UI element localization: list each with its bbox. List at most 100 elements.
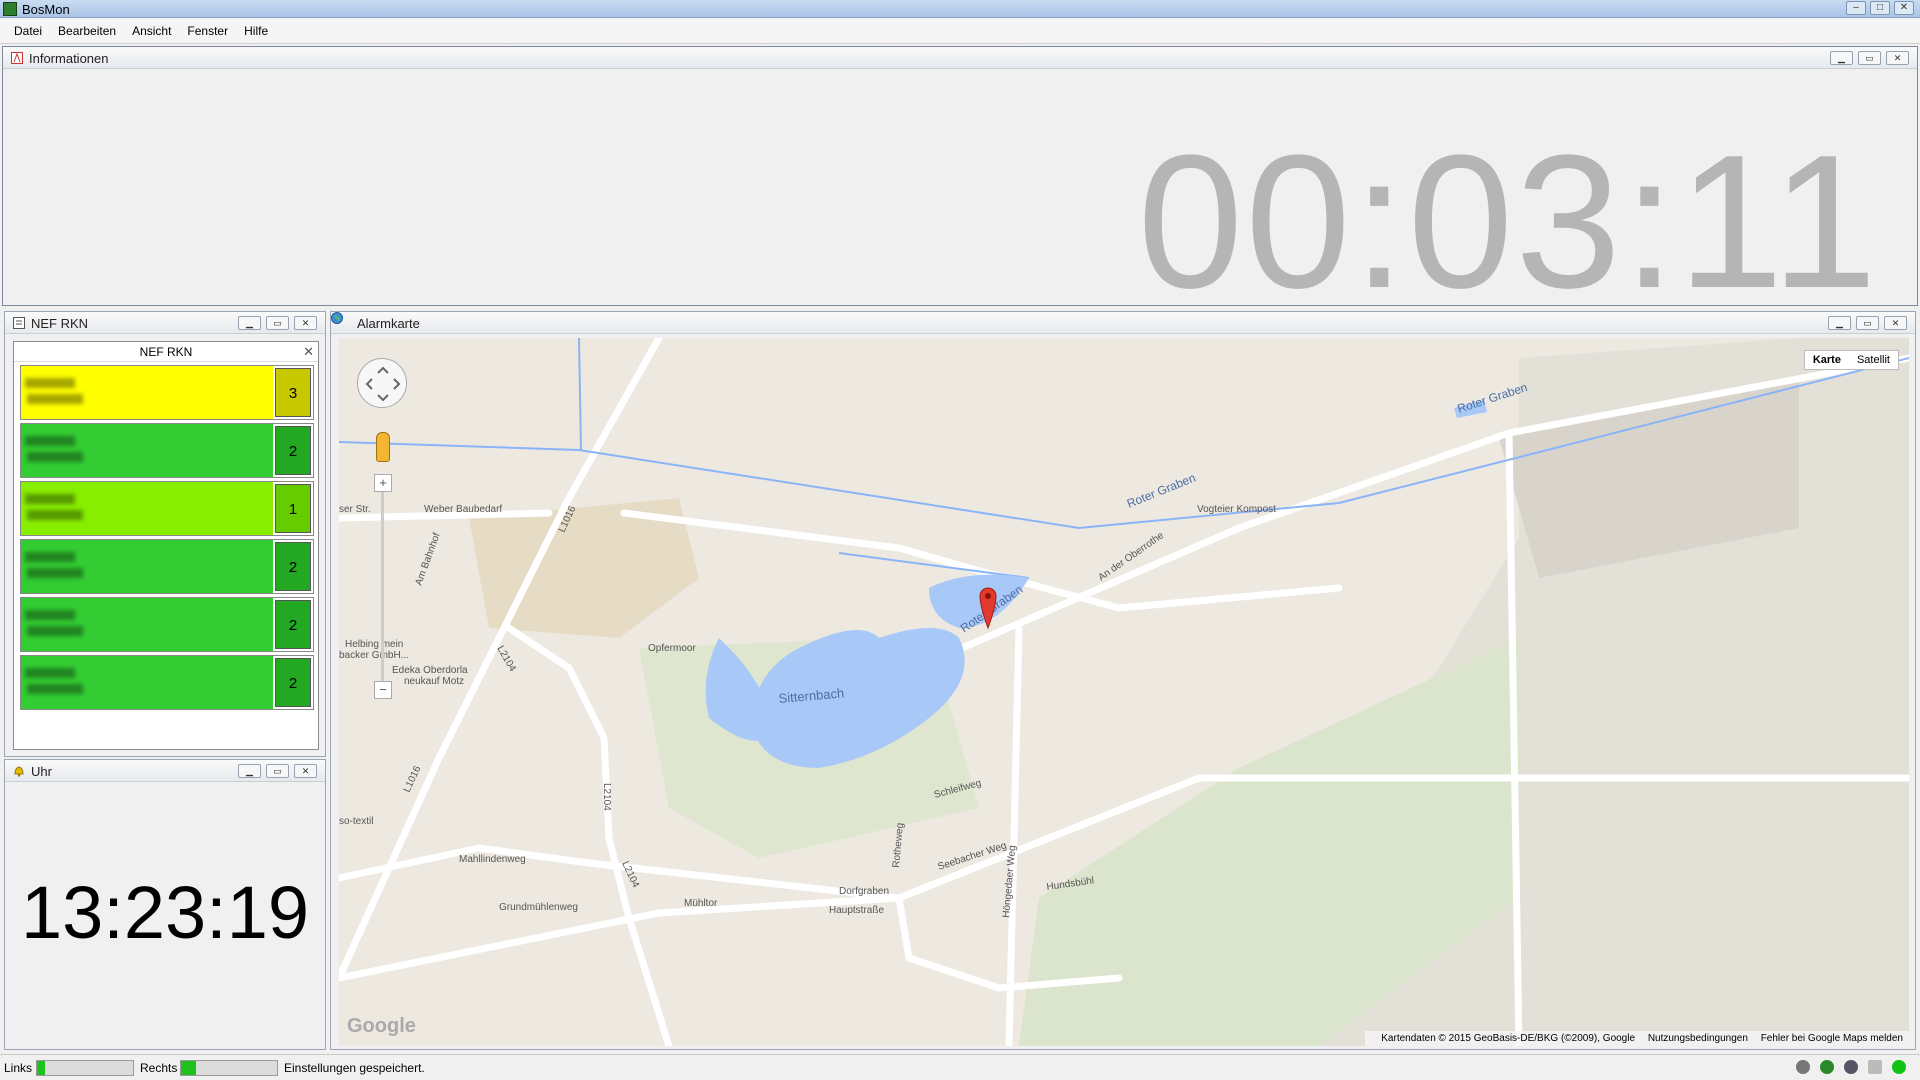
clock-time: 13:23:19 — [20, 871, 310, 954]
right-label: Rechts — [140, 1061, 178, 1075]
unit-detail-blurred — [27, 684, 83, 694]
road-grundmuehlen — [339, 894, 903, 982]
google-logo: Google — [347, 1015, 416, 1037]
list-icon — [13, 317, 25, 329]
unit-row[interactable]: 1 — [20, 481, 314, 536]
title-bar: BosMon – □ ✕ — [0, 0, 1920, 18]
info-panel-titlebar: Informationen ▁ ▭ ✕ — [3, 47, 1917, 69]
globe-icon — [331, 312, 343, 324]
info-panel-title: Informationen — [29, 51, 109, 66]
clock-panel-titlebar: Uhr ▁ ▭ ✕ — [5, 760, 325, 782]
label-vogteier: Vogteier Kompost — [1197, 504, 1276, 515]
pegman-icon[interactable] — [376, 432, 390, 462]
unit-detail-blurred — [27, 452, 83, 462]
panel-restore-button[interactable]: ▭ — [266, 316, 289, 330]
label-weber: Weber Baubedarf — [424, 504, 502, 515]
label-road: L2104 — [601, 783, 612, 811]
app-icon — [3, 2, 17, 16]
unit-status-code: 3 — [275, 368, 311, 417]
label-str: ser Str. — [339, 504, 371, 515]
label-roter-graben: Roter Graben — [1456, 380, 1529, 416]
menu-bearbeiten[interactable]: Bearbeiten — [58, 24, 116, 38]
zoom-in-button[interactable]: + — [374, 474, 392, 492]
info-icon — [11, 52, 23, 64]
panel-close-button[interactable]: ✕ — [1884, 316, 1907, 330]
minimize-button[interactable]: – — [1846, 1, 1866, 15]
unit-detail-blurred — [27, 510, 83, 520]
map-type-satellit-button[interactable]: Satellit — [1849, 351, 1898, 369]
zoom-out-button[interactable]: − — [374, 681, 392, 699]
unit-detail-blurred — [27, 626, 83, 636]
panel-restore-button[interactable]: ▭ — [1858, 51, 1881, 65]
map-type-karte-button[interactable]: Karte — [1805, 351, 1849, 369]
terms-link[interactable]: Nutzungsbedingungen — [1648, 1033, 1748, 1044]
map-panel: Alarmkarte ▁ ▭ ✕ Roter Graben Roter Grab… — [330, 311, 1916, 1050]
unit-status-code: 2 — [275, 542, 311, 591]
globe-status-icon[interactable] — [1796, 1060, 1810, 1074]
label-road: L1016 — [402, 764, 424, 794]
zoom-slider[interactable] — [381, 478, 384, 683]
nef-panel-title: NEF RKN — [31, 316, 89, 331]
map-canvas[interactable]: Roter Graben Roter Graben Roter Graben V… — [339, 338, 1909, 1046]
close-icon[interactable]: ✕ — [303, 342, 314, 362]
unit-status-bar — [21, 656, 273, 709]
panel-restore-button[interactable]: ▭ — [266, 764, 289, 778]
report-link[interactable]: Fehler bei Google Maps melden — [1761, 1033, 1903, 1044]
panel-restore-button[interactable]: ▭ — [1856, 316, 1879, 330]
panel-minimize-button[interactable]: ▁ — [1828, 316, 1851, 330]
panel-close-button[interactable]: ✕ — [1886, 51, 1909, 65]
unit-row[interactable]: 2 — [20, 423, 314, 478]
label-edeka: neukauf Motz — [404, 676, 464, 687]
map-panel-titlebar: Alarmkarte ▁ ▭ ✕ — [331, 312, 1915, 334]
bell-icon — [14, 766, 24, 777]
menu-ansicht[interactable]: Ansicht — [132, 24, 171, 38]
unit-name-blurred — [25, 610, 75, 620]
status-bar: Links Rechts Einstellungen gespeichert. — [0, 1054, 1920, 1080]
pan-control[interactable] — [357, 358, 407, 408]
panel-minimize-button[interactable]: ▁ — [238, 316, 261, 330]
stream — [578, 338, 582, 451]
map-panel-title: Alarmkarte — [357, 316, 420, 331]
window-title: BosMon — [22, 2, 70, 17]
close-button[interactable]: ✕ — [1894, 1, 1914, 15]
panel-minimize-button[interactable]: ▁ — [1830, 51, 1853, 65]
menu-datei[interactable]: Datei — [14, 24, 42, 38]
unit-detail-blurred — [27, 568, 83, 578]
copyright-text: Kartendaten © 2015 GeoBasis-DE/BKG (©200… — [1381, 1033, 1636, 1044]
road-l2104 — [505, 624, 673, 1046]
pan-arrows-icon — [365, 366, 401, 402]
unit-status-code: 2 — [275, 658, 311, 707]
nef-panel: NEF RKN ▁ ▭ ✕ NEF RKN ✕ 3 2 1 2 2 2 — [4, 311, 326, 757]
panel-close-button[interactable]: ✕ — [294, 764, 317, 778]
label-textil: so-textil — [339, 816, 373, 827]
label-helbing: backer GmbH... — [339, 650, 409, 661]
label-street: Grundmühlenweg — [499, 902, 578, 913]
network-status-icon[interactable] — [1820, 1060, 1834, 1074]
window-status-icon[interactable] — [1868, 1060, 1882, 1074]
menu-hilfe[interactable]: Hilfe — [244, 24, 268, 38]
unit-status-bar — [21, 540, 273, 593]
unit-row[interactable]: 2 — [20, 655, 314, 710]
menu-fenster[interactable]: Fenster — [187, 24, 228, 38]
unit-row[interactable]: 3 — [20, 365, 314, 420]
unit-name-blurred — [25, 668, 75, 678]
unit-row[interactable]: 2 — [20, 539, 314, 594]
unit-list-title: NEF RKN — [139, 345, 193, 359]
label-helbing: Helbing mein — [345, 639, 403, 650]
label-street: Hauptstraße — [829, 905, 884, 916]
panel-close-button[interactable]: ✕ — [294, 316, 317, 330]
panel-minimize-button[interactable]: ▁ — [238, 764, 261, 778]
unit-status-bar — [21, 424, 273, 477]
map-type-switch: Karte Satellit — [1803, 350, 1899, 370]
right-level-meter — [180, 1060, 278, 1076]
unit-status-code: 2 — [275, 426, 311, 475]
unit-row[interactable]: 2 — [20, 597, 314, 652]
online-status-icon[interactable] — [1892, 1060, 1906, 1074]
unit-list: NEF RKN ✕ 3 2 1 2 2 2 — [13, 341, 319, 750]
shield-icon[interactable] — [1844, 1060, 1858, 1074]
maximize-button[interactable]: □ — [1870, 1, 1890, 15]
menu-bar: Datei Bearbeiten Ansicht Fenster Hilfe — [0, 19, 1920, 44]
unit-status-bar — [21, 598, 273, 651]
unit-status-bar — [21, 482, 273, 535]
label-street: Mahllindenweg — [459, 854, 526, 865]
